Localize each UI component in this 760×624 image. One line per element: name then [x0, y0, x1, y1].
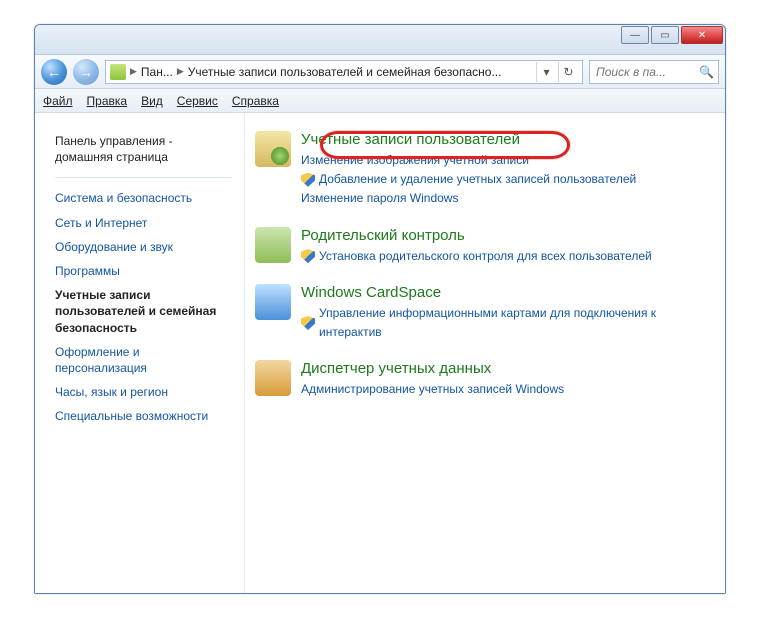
- sidebar-item-hardware[interactable]: Оборудование и звук: [55, 235, 232, 259]
- parental-controls-icon: [255, 227, 291, 263]
- link-change-windows-password[interactable]: Изменение пароля Windows: [301, 189, 458, 208]
- sidebar-item-network[interactable]: Сеть и Интернет: [55, 211, 232, 235]
- titlebar[interactable]: — ▭ ✕: [35, 25, 725, 55]
- shield-icon: [301, 173, 315, 187]
- section-user-accounts: Учетные записи пользователей Изменение и…: [255, 131, 715, 209]
- sidebar-item-accessibility[interactable]: Специальные возможности: [55, 404, 232, 428]
- content-area: Учетные записи пользователей Изменение и…: [245, 113, 725, 593]
- section-cardspace: Windows CardSpace Управление информацион…: [255, 284, 715, 342]
- shield-icon: [301, 316, 315, 330]
- menu-edit[interactable]: Правка: [87, 94, 128, 108]
- minimize-button[interactable]: —: [621, 26, 649, 44]
- user-accounts-icon: [255, 131, 291, 167]
- breadcrumb-dropdown[interactable]: ▾: [536, 62, 556, 82]
- control-panel-icon: [110, 64, 126, 80]
- link-manage-cardspace[interactable]: Управление информационными картами для п…: [319, 304, 715, 342]
- maximize-button[interactable]: ▭: [651, 26, 679, 44]
- navbar: ← → ▶ Пан... ▶ Учетные записи пользовате…: [35, 55, 725, 89]
- cardspace-title[interactable]: Windows CardSpace: [301, 284, 441, 301]
- sidebar-item-appearance[interactable]: Оформление и персонализация: [55, 340, 232, 380]
- breadcrumb-current[interactable]: Учетные записи пользователей и семейная …: [188, 65, 502, 79]
- back-button[interactable]: ←: [41, 59, 67, 85]
- chevron-right-icon: ▶: [175, 66, 186, 77]
- sidebar-item-current: Учетные записи пользователей и семейная …: [55, 283, 232, 340]
- link-admin-windows-credentials[interactable]: Администрирование учетных записей Window…: [301, 380, 564, 399]
- menu-file[interactable]: Файл: [43, 94, 73, 108]
- section-parental-controls: Родительский контроль Установка родитель…: [255, 227, 715, 266]
- search-box[interactable]: 🔍: [589, 60, 719, 84]
- menu-view[interactable]: Вид: [141, 94, 163, 108]
- menu-help[interactable]: Справка: [232, 94, 279, 108]
- link-change-account-image[interactable]: Изменение изображения учетной записи: [301, 151, 529, 170]
- sidebar-item-clock[interactable]: Часы, язык и регион: [55, 380, 232, 404]
- sidebar-item-programs[interactable]: Программы: [55, 259, 232, 283]
- link-setup-parental-controls[interactable]: Установка родительского контроля для все…: [319, 247, 652, 266]
- credential-manager-icon: [255, 360, 291, 396]
- menubar: Файл Правка Вид Сервис Справка: [35, 89, 725, 113]
- forward-button[interactable]: →: [73, 59, 99, 85]
- sidebar-home[interactable]: Панель управления - домашняя страница: [55, 129, 232, 169]
- sidebar: Панель управления - домашняя страница Си…: [35, 113, 245, 593]
- control-panel-window: — ▭ ✕ ← → ▶ Пан... ▶ Учетные записи поль…: [34, 24, 726, 594]
- shield-icon: [301, 249, 315, 263]
- search-icon: 🔍: [699, 65, 714, 79]
- breadcrumb-root[interactable]: Пан...: [141, 65, 173, 79]
- credential-manager-title[interactable]: Диспетчер учетных данных: [301, 360, 491, 377]
- parental-controls-title[interactable]: Родительский контроль: [301, 227, 465, 244]
- menu-tools[interactable]: Сервис: [177, 94, 218, 108]
- search-input[interactable]: [594, 64, 695, 80]
- link-add-remove-accounts[interactable]: Добавление и удаление учетных записей по…: [319, 170, 636, 189]
- cardspace-icon: [255, 284, 291, 320]
- sidebar-item-system[interactable]: Система и безопасность: [55, 186, 232, 210]
- refresh-button[interactable]: ↻: [558, 62, 578, 82]
- chevron-right-icon: ▶: [128, 66, 139, 77]
- close-button[interactable]: ✕: [681, 26, 723, 44]
- section-credential-manager: Диспетчер учетных данных Администрирован…: [255, 360, 715, 399]
- user-accounts-title[interactable]: Учетные записи пользователей: [301, 131, 520, 148]
- breadcrumb[interactable]: ▶ Пан... ▶ Учетные записи пользователей …: [105, 60, 583, 84]
